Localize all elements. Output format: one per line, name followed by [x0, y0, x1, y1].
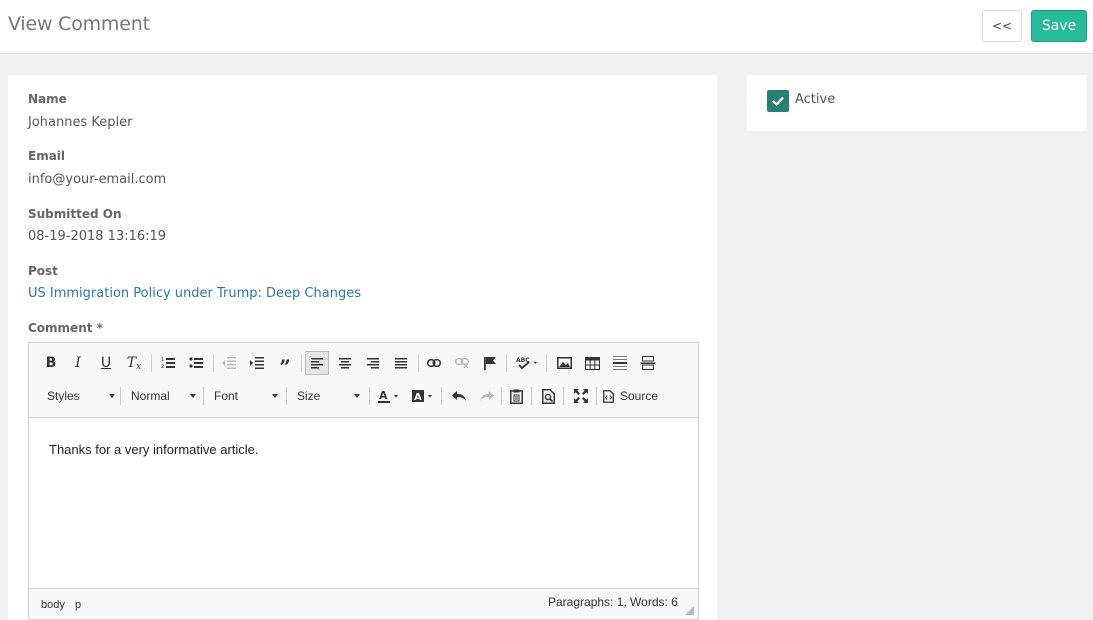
- chevron-down-icon: [190, 394, 196, 398]
- comment-label: Comment *: [28, 321, 103, 335]
- increase-indent-icon[interactable]: [245, 351, 269, 375]
- name-label: Name: [28, 92, 67, 106]
- chevron-down-icon: [109, 394, 115, 398]
- toolbar-separator: [286, 387, 287, 405]
- toolbar-separator: [120, 387, 121, 405]
- chevron-down-icon: [272, 394, 278, 398]
- decrease-indent-icon[interactable]: [217, 351, 241, 375]
- source-label: Source: [620, 389, 659, 403]
- remove-format-icon[interactable]: Tx: [122, 351, 146, 375]
- toolbar-separator: [301, 354, 302, 372]
- editor-toolbar: B I U Tx 12 ” ABC Styles Normal Font Siz…: [29, 343, 698, 418]
- active-checkbox[interactable]: [767, 90, 789, 112]
- checkmark-icon: [772, 96, 784, 106]
- maximize-icon[interactable]: [569, 384, 593, 408]
- toolbar-separator: [418, 354, 419, 372]
- comment-editor: B I U Tx 12 ” ABC Styles Normal Font Siz…: [28, 342, 699, 620]
- background-color-icon[interactable]: A: [409, 384, 437, 408]
- bulleted-list-icon[interactable]: [184, 351, 208, 375]
- numbered-list-icon[interactable]: 12: [156, 351, 180, 375]
- bold-icon[interactable]: B: [39, 351, 63, 375]
- status-panel: Active: [747, 75, 1087, 131]
- page-break-icon[interactable]: [636, 351, 660, 375]
- email-value: info@your-email.com: [28, 172, 167, 187]
- font-dropdown[interactable]: Font: [206, 385, 280, 407]
- svg-text:A: A: [379, 389, 388, 402]
- chevron-down-icon: [354, 394, 360, 398]
- source-code-icon: [603, 389, 614, 403]
- horizontal-line-icon[interactable]: [608, 351, 632, 375]
- toolbar-separator: [531, 387, 532, 405]
- toolbar-separator: [563, 387, 564, 405]
- undo-icon[interactable]: [447, 384, 471, 408]
- path-p[interactable]: p: [75, 599, 81, 611]
- toolbar-separator: [441, 387, 442, 405]
- toolbar-separator: [369, 387, 370, 405]
- format-dropdown[interactable]: Normal: [123, 385, 198, 407]
- styles-dropdown-label: Styles: [47, 389, 80, 403]
- email-label: Email: [28, 149, 66, 163]
- redo-icon[interactable]: [475, 384, 499, 408]
- resize-handle-icon[interactable]: [685, 606, 694, 615]
- post-link[interactable]: US Immigration Policy under Trump: Deep …: [28, 286, 361, 301]
- back-button[interactable]: <<: [982, 10, 1022, 42]
- toolbar-separator: [501, 387, 502, 405]
- justify-icon[interactable]: [389, 351, 413, 375]
- spellcheck-icon[interactable]: ABC: [513, 351, 543, 375]
- align-left-icon[interactable]: [305, 351, 329, 375]
- toolbar-separator: [506, 354, 507, 372]
- italic-icon[interactable]: I: [66, 351, 90, 375]
- submitted-on-value: 08-19-2018 13:16:19: [28, 229, 167, 244]
- paste-icon[interactable]: [504, 384, 528, 408]
- toolbar-separator: [151, 354, 152, 372]
- svg-text:A: A: [414, 392, 422, 403]
- table-icon[interactable]: [580, 351, 604, 375]
- format-dropdown-label: Normal: [131, 389, 170, 403]
- name-value: Johannes Kepler: [28, 115, 133, 130]
- active-label: Active: [795, 92, 836, 107]
- font-dropdown-label: Font: [214, 389, 239, 403]
- size-dropdown[interactable]: Size: [289, 385, 362, 407]
- submitted-on-label: Submitted On: [28, 207, 122, 221]
- svg-text:1: 1: [161, 357, 164, 363]
- link-icon[interactable]: [422, 351, 446, 375]
- text-color-icon[interactable]: A: [375, 384, 403, 408]
- underline-icon[interactable]: U: [94, 351, 118, 375]
- image-icon[interactable]: [552, 351, 576, 375]
- align-center-icon[interactable]: [333, 351, 357, 375]
- header-bar: View Comment << Save: [0, 0, 1093, 54]
- comment-details-panel: Name Johannes Kepler Email info@your-ema…: [8, 75, 717, 620]
- align-right-icon[interactable]: [361, 351, 385, 375]
- toolbar-separator: [596, 387, 597, 405]
- page-title: View Comment: [8, 13, 150, 35]
- anchor-flag-icon[interactable]: [478, 351, 502, 375]
- editor-status-bar: body p Paragraphs: 1, Words: 6: [29, 588, 698, 619]
- blockquote-icon[interactable]: ”: [273, 351, 297, 379]
- toolbar-separator: [546, 354, 547, 372]
- unlink-icon[interactable]: [450, 351, 474, 375]
- path-body[interactable]: body: [41, 599, 65, 611]
- save-button[interactable]: Save: [1031, 10, 1087, 42]
- styles-dropdown[interactable]: Styles: [39, 385, 117, 407]
- source-button[interactable]: Source: [603, 385, 675, 407]
- toolbar-separator: [203, 387, 204, 405]
- preview-icon[interactable]: [536, 384, 560, 408]
- svg-text:2: 2: [161, 364, 164, 369]
- editor-content-area[interactable]: Thanks for a very informative article.: [29, 418, 698, 588]
- word-count: Paragraphs: 1, Words: 6: [548, 595, 678, 609]
- toolbar-separator: [213, 354, 214, 372]
- post-label: Post: [28, 264, 58, 278]
- size-dropdown-label: Size: [297, 389, 321, 403]
- comment-text[interactable]: Thanks for a very informative article.: [49, 442, 259, 457]
